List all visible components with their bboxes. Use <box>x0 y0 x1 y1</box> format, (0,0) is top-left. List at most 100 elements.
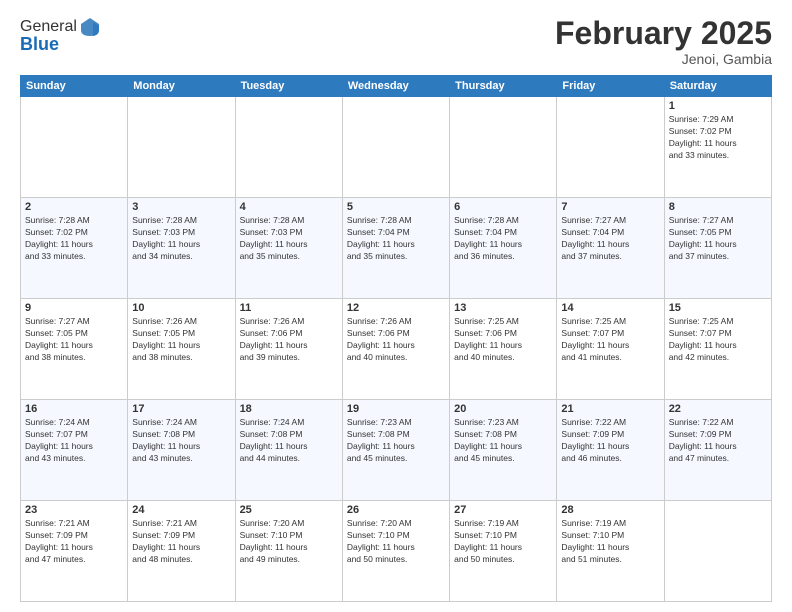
month-title: February 2025 <box>555 16 772 51</box>
day-info: Sunrise: 7:25 AM Sunset: 7:07 PM Dayligh… <box>669 316 767 364</box>
day-number: 18 <box>240 403 338 415</box>
day-info: Sunrise: 7:26 AM Sunset: 7:05 PM Dayligh… <box>132 316 230 364</box>
day-info: Sunrise: 7:21 AM Sunset: 7:09 PM Dayligh… <box>132 518 230 566</box>
calendar-table: Sunday Monday Tuesday Wednesday Thursday… <box>20 75 772 602</box>
calendar-cell <box>450 97 557 198</box>
title-block: February 2025 Jenoi, Gambia <box>555 16 772 67</box>
day-info: Sunrise: 7:21 AM Sunset: 7:09 PM Dayligh… <box>25 518 123 566</box>
calendar-cell: 11 Sunrise: 7:26 AM Sunset: 7:06 PM Dayli… <box>235 299 342 400</box>
day-number: 21 <box>561 403 659 415</box>
day-number: 3 <box>132 201 230 213</box>
col-monday: Monday <box>128 76 235 97</box>
header: General Blue February 2025 Jenoi, Gambia <box>20 16 772 67</box>
day-info: Sunrise: 7:26 AM Sunset: 7:06 PM Dayligh… <box>240 316 338 364</box>
day-info: Sunrise: 7:23 AM Sunset: 7:08 PM Dayligh… <box>347 417 445 465</box>
calendar-cell: 2Sunrise: 7:28 AM Sunset: 7:02 PM Daylig… <box>21 198 128 299</box>
day-number: 11 <box>240 302 338 314</box>
day-info: Sunrise: 7:24 AM Sunset: 7:08 PM Dayligh… <box>240 417 338 465</box>
calendar-page: General Blue February 2025 Jenoi, Gambia… <box>0 0 792 612</box>
day-number: 2 <box>25 201 123 213</box>
day-info: Sunrise: 7:28 AM Sunset: 7:04 PM Dayligh… <box>454 215 552 263</box>
calendar-cell: 22 Sunrise: 7:22 AM Sunset: 7:09 PM Dayli… <box>664 400 771 501</box>
calendar-week-5: 23 Sunrise: 7:21 AM Sunset: 7:09 PM Dayli… <box>21 501 772 602</box>
col-wednesday: Wednesday <box>342 76 449 97</box>
day-info: Sunrise: 7:19 AM Sunset: 7:10 PM Dayligh… <box>454 518 552 566</box>
calendar-cell: 16 Sunrise: 7:24 AM Sunset: 7:07 PM Dayli… <box>21 400 128 501</box>
day-info: Sunrise: 7:24 AM Sunset: 7:07 PM Dayligh… <box>25 417 123 465</box>
logo: General Blue <box>20 16 101 55</box>
calendar-cell <box>128 97 235 198</box>
day-info: Sunrise: 7:28 AM Sunset: 7:04 PM Dayligh… <box>347 215 445 263</box>
day-info: Sunrise: 7:20 AM Sunset: 7:10 PM Dayligh… <box>347 518 445 566</box>
day-number: 28 <box>561 504 659 516</box>
day-number: 19 <box>347 403 445 415</box>
day-number: 23 <box>25 504 123 516</box>
day-info: Sunrise: 7:19 AM Sunset: 7:10 PM Dayligh… <box>561 518 659 566</box>
calendar-cell: 12Sunrise: 7:26 AM Sunset: 7:06 PM Dayli… <box>342 299 449 400</box>
day-number: 9 <box>25 302 123 314</box>
calendar-cell: 25 Sunrise: 7:20 AM Sunset: 7:10 PM Dayli… <box>235 501 342 602</box>
day-info: Sunrise: 7:27 AM Sunset: 7:05 PM Dayligh… <box>25 316 123 364</box>
day-info: Sunrise: 7:22 AM Sunset: 7:09 PM Dayligh… <box>669 417 767 465</box>
calendar-cell: 17 Sunrise: 7:24 AM Sunset: 7:08 PM Dayli… <box>128 400 235 501</box>
col-thursday: Thursday <box>450 76 557 97</box>
calendar-cell <box>235 97 342 198</box>
calendar-cell: 6Sunrise: 7:28 AM Sunset: 7:04 PM Daylig… <box>450 198 557 299</box>
calendar-cell: 9 Sunrise: 7:27 AM Sunset: 7:05 PM Daylig… <box>21 299 128 400</box>
calendar-cell: 4 Sunrise: 7:28 AM Sunset: 7:03 PM Daylig… <box>235 198 342 299</box>
calendar-cell: 10 Sunrise: 7:26 AM Sunset: 7:05 PM Dayli… <box>128 299 235 400</box>
day-info: Sunrise: 7:22 AM Sunset: 7:09 PM Dayligh… <box>561 417 659 465</box>
day-info: Sunrise: 7:28 AM Sunset: 7:03 PM Dayligh… <box>240 215 338 263</box>
day-number: 8 <box>669 201 767 213</box>
calendar-cell: 28 Sunrise: 7:19 AM Sunset: 7:10 PM Dayli… <box>557 501 664 602</box>
day-number: 26 <box>347 504 445 516</box>
calendar-week-1: 1 Sunrise: 7:29 AM Sunset: 7:02 PM Daylig… <box>21 97 772 198</box>
calendar-cell <box>21 97 128 198</box>
calendar-cell: 1 Sunrise: 7:29 AM Sunset: 7:02 PM Daylig… <box>664 97 771 198</box>
col-tuesday: Tuesday <box>235 76 342 97</box>
col-sunday: Sunday <box>21 76 128 97</box>
day-info: Sunrise: 7:29 AM Sunset: 7:02 PM Dayligh… <box>669 114 767 162</box>
day-number: 16 <box>25 403 123 415</box>
calendar-cell: 5 Sunrise: 7:28 AM Sunset: 7:04 PM Daylig… <box>342 198 449 299</box>
calendar-cell: 3 Sunrise: 7:28 AM Sunset: 7:03 PM Daylig… <box>128 198 235 299</box>
day-info: Sunrise: 7:24 AM Sunset: 7:08 PM Dayligh… <box>132 417 230 465</box>
calendar-week-4: 16 Sunrise: 7:24 AM Sunset: 7:07 PM Dayli… <box>21 400 772 501</box>
day-info: Sunrise: 7:26 AM Sunset: 7:06 PM Dayligh… <box>347 316 445 364</box>
calendar-cell: 18 Sunrise: 7:24 AM Sunset: 7:08 PM Dayli… <box>235 400 342 501</box>
calendar-cell: 14 Sunrise: 7:25 AM Sunset: 7:07 PM Dayli… <box>557 299 664 400</box>
day-number: 27 <box>454 504 552 516</box>
calendar-cell <box>557 97 664 198</box>
calendar-cell: 27 Sunrise: 7:19 AM Sunset: 7:10 PM Dayli… <box>450 501 557 602</box>
day-number: 7 <box>561 201 659 213</box>
day-number: 15 <box>669 302 767 314</box>
calendar-cell: 19 Sunrise: 7:23 AM Sunset: 7:08 PM Dayli… <box>342 400 449 501</box>
calendar-cell: 24Sunrise: 7:21 AM Sunset: 7:09 PM Dayli… <box>128 501 235 602</box>
day-number: 22 <box>669 403 767 415</box>
logo-icon <box>79 16 101 38</box>
day-info: Sunrise: 7:25 AM Sunset: 7:07 PM Dayligh… <box>561 316 659 364</box>
calendar-cell: 13 Sunrise: 7:25 AM Sunset: 7:06 PM Dayli… <box>450 299 557 400</box>
day-number: 25 <box>240 504 338 516</box>
day-number: 14 <box>561 302 659 314</box>
calendar-cell: 8 Sunrise: 7:27 AM Sunset: 7:05 PM Daylig… <box>664 198 771 299</box>
day-info: Sunrise: 7:27 AM Sunset: 7:05 PM Dayligh… <box>669 215 767 263</box>
day-number: 5 <box>347 201 445 213</box>
day-number: 1 <box>669 100 767 112</box>
calendar-cell: 20Sunrise: 7:23 AM Sunset: 7:08 PM Dayli… <box>450 400 557 501</box>
calendar-cell <box>342 97 449 198</box>
day-info: Sunrise: 7:20 AM Sunset: 7:10 PM Dayligh… <box>240 518 338 566</box>
calendar-cell: 15 Sunrise: 7:25 AM Sunset: 7:07 PM Dayli… <box>664 299 771 400</box>
day-number: 13 <box>454 302 552 314</box>
day-number: 4 <box>240 201 338 213</box>
calendar-cell: 21 Sunrise: 7:22 AM Sunset: 7:09 PM Dayli… <box>557 400 664 501</box>
day-number: 20 <box>454 403 552 415</box>
header-row: Sunday Monday Tuesday Wednesday Thursday… <box>21 76 772 97</box>
day-info: Sunrise: 7:28 AM Sunset: 7:03 PM Dayligh… <box>132 215 230 263</box>
day-info: Sunrise: 7:25 AM Sunset: 7:06 PM Dayligh… <box>454 316 552 364</box>
col-friday: Friday <box>557 76 664 97</box>
day-number: 10 <box>132 302 230 314</box>
day-info: Sunrise: 7:27 AM Sunset: 7:04 PM Dayligh… <box>561 215 659 263</box>
day-number: 17 <box>132 403 230 415</box>
calendar-cell: 23 Sunrise: 7:21 AM Sunset: 7:09 PM Dayli… <box>21 501 128 602</box>
